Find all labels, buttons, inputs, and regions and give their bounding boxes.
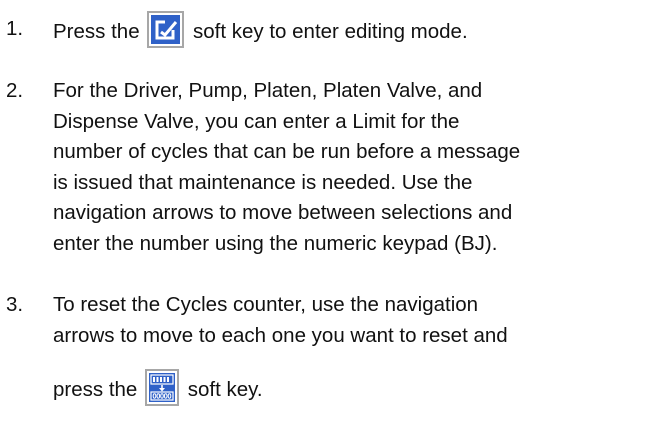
text-line: Dispense Valve, you can enter a Limit fo… bbox=[53, 109, 460, 133]
step-text-before-icon: press the bbox=[53, 377, 138, 401]
edit-mode-icon bbox=[147, 11, 185, 48]
step-text: To reset the Cycles counter, use the nav… bbox=[53, 290, 653, 409]
step-text-after-icon: soft key to enter editing mode. bbox=[193, 19, 468, 43]
step-text-before-icon: Press the bbox=[53, 19, 140, 43]
text-line: number of cycles that can be run before … bbox=[53, 140, 521, 163]
step-text: For the Driver, Pump, Platen, Platen Val… bbox=[53, 76, 653, 259]
text-line: navigation arrows to move between select… bbox=[53, 201, 513, 224]
text-line: enter the number using the numeric keypa… bbox=[53, 231, 498, 255]
text-line: To reset the Cycles counter, use the nav… bbox=[53, 293, 479, 316]
step-text-after-icon: soft key. bbox=[187, 377, 263, 401]
text-line: arrows to move to each one you want to r… bbox=[53, 323, 508, 347]
step-text: Press the soft key to enter editing mode… bbox=[53, 11, 653, 51]
text-line: is issued that maintenance is needed. Us… bbox=[53, 170, 473, 194]
reset-counter-icon bbox=[145, 369, 180, 406]
step-number: 2. bbox=[6, 79, 24, 102]
step-number: 1. bbox=[6, 17, 24, 40]
text-line: For the Driver, Pump, Platen, Platen Val… bbox=[53, 79, 483, 102]
step-number: 3. bbox=[6, 293, 24, 316]
